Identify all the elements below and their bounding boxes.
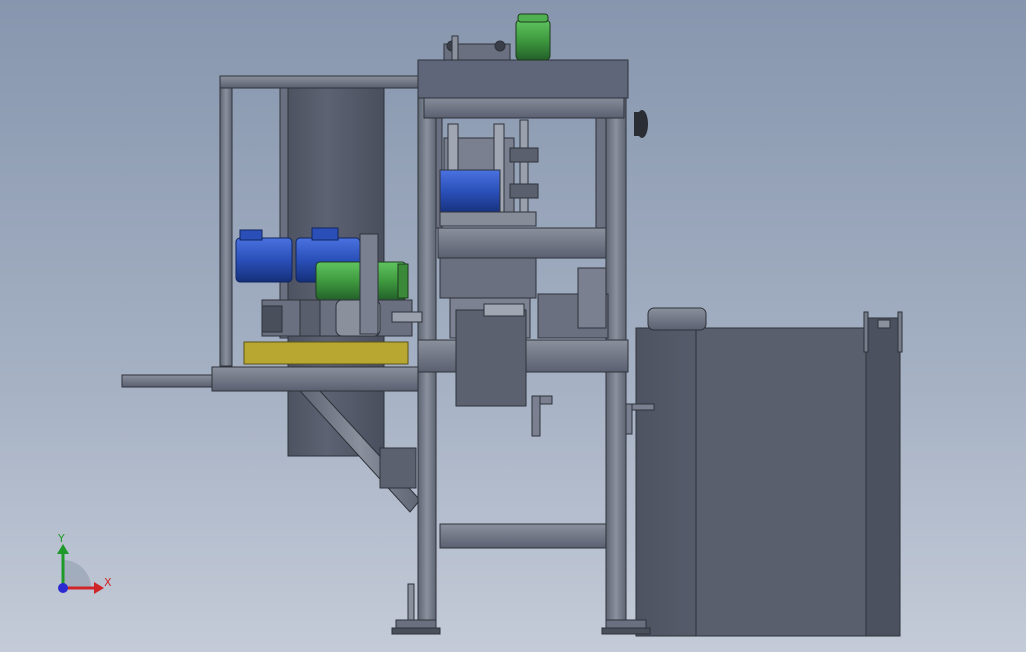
yellow-base-plate xyxy=(243,341,409,365)
triad-sweep xyxy=(63,560,91,588)
machine-assembly-drawing: Y X xyxy=(57,13,903,637)
top-mechanism xyxy=(443,35,511,61)
green-top-motor xyxy=(515,13,551,61)
cad-viewport[interactable]: Y X xyxy=(0,0,1026,652)
cylinder-on-cabinet xyxy=(647,307,707,331)
triad-y-arrow xyxy=(57,544,69,554)
cabinet xyxy=(635,311,903,637)
handwheel xyxy=(634,110,648,138)
triad-x-label: X xyxy=(104,576,112,589)
triad-y-label: Y xyxy=(57,532,65,545)
center-feeder xyxy=(439,257,609,407)
axis-triad: Y X xyxy=(57,532,112,594)
press-mechanism xyxy=(439,119,539,227)
blue-motor-left xyxy=(235,229,293,283)
triad-z-axis xyxy=(58,583,68,593)
triad-x-arrow xyxy=(94,582,104,594)
